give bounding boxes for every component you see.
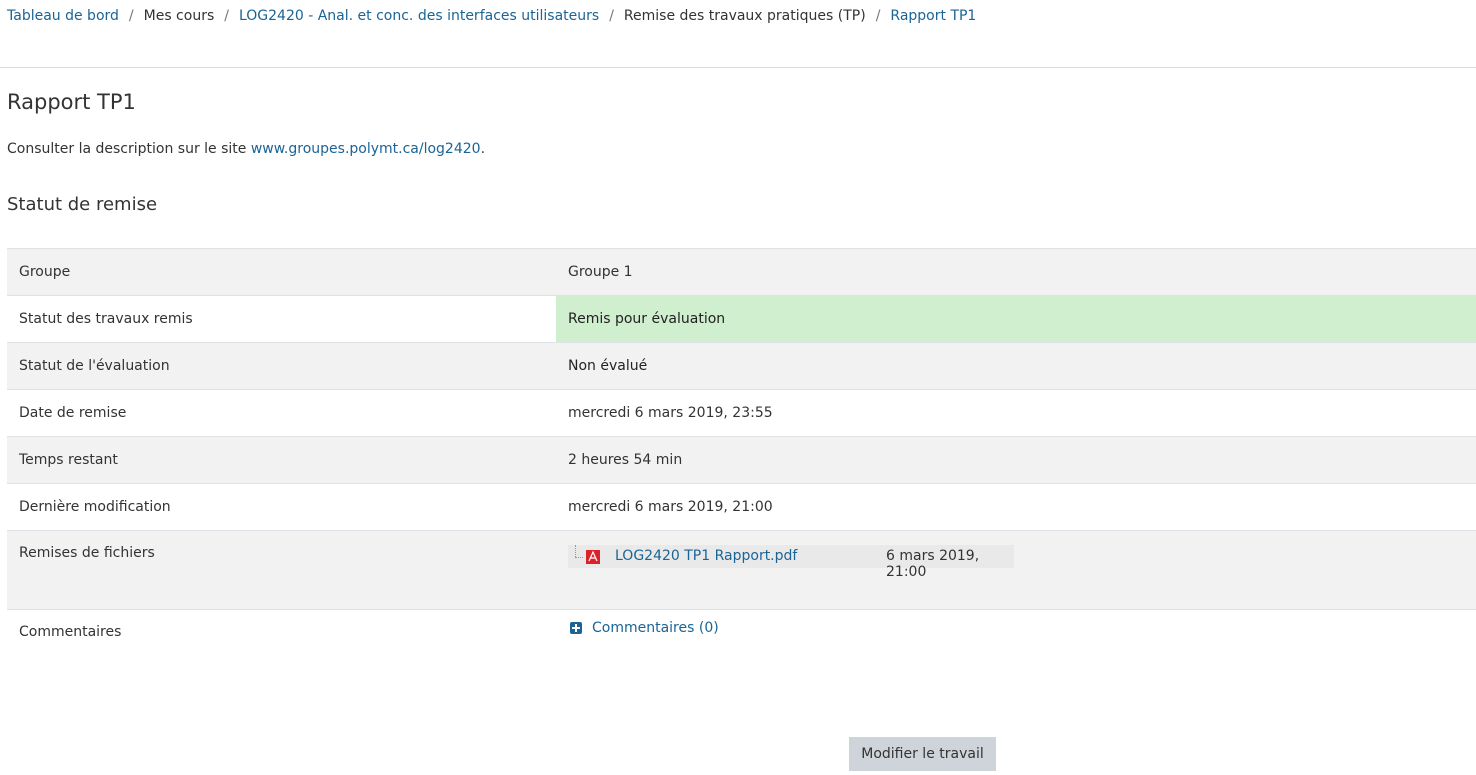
grading-status-value: Non évalué [556,342,1476,390]
table-row: Statut des travaux remis Remis pour éval… [7,295,1476,343]
file-date: 6 mars 2019, 21:00 [886,548,980,580]
tree-connector [575,545,577,557]
row-value: Groupe 1 [556,248,1476,296]
row-label: Statut de l'évaluation [7,342,556,390]
breadcrumb-course[interactable]: LOG2420 - Anal. et conc. des interfaces … [239,8,599,24]
submission-status-table: Groupe Groupe 1 Statut des travaux remis… [7,248,1476,672]
breadcrumb-section: Remise des travaux pratiques (TP) [623,8,866,24]
breadcrumb-dashboard[interactable]: Tableau de bord [7,8,119,24]
description-text: Consulter la description sur le site [7,141,251,157]
file-tree: LOG2420 TP1 Rapport.pdf 6 mars 2019, 21:… [568,545,1464,580]
row-value: 2 heures 54 min [556,436,1476,484]
edit-submission-button[interactable]: Modifier le travail [849,737,996,771]
breadcrumb: Tableau de bord / Mes cours / LOG2420 - … [7,6,976,26]
table-row: Groupe Groupe 1 [7,248,1476,296]
submitted-file-link[interactable]: LOG2420 TP1 Rapport.pdf [615,548,797,564]
breadcrumb-separator: / [224,8,229,24]
file-submissions-cell: LOG2420 TP1 Rapport.pdf 6 mars 2019, 21:… [556,530,1476,610]
comments-link[interactable]: Commentaires (0) [592,620,719,636]
row-label: Temps restant [7,436,556,484]
description-link[interactable]: www.groupes.polymt.ca/log2420 [251,141,481,157]
pdf-file-icon [586,550,600,564]
table-row: Commentaires Commentaires (0) [7,609,1476,672]
tree-connector [575,557,583,559]
table-row: Date de remise mercredi 6 mars 2019, 23:… [7,389,1476,437]
breadcrumb-my-courses: Mes cours [143,8,215,24]
breadcrumb-separator: / [609,8,614,24]
row-label: Remises de fichiers [7,530,556,610]
plus-icon[interactable] [570,622,582,634]
assignment-description: Consulter la description sur le site www… [7,141,485,157]
submission-status-heading: Statut de remise [7,194,158,215]
table-row: Temps restant 2 heures 54 min [7,436,1476,484]
submission-status-value: Remis pour évaluation [556,295,1476,343]
row-value: mercredi 6 mars 2019, 21:00 [556,483,1476,531]
breadcrumb-assignment[interactable]: Rapport TP1 [890,8,976,24]
description-end: . [480,141,486,157]
comments-toggle[interactable]: Commentaires (0) [568,620,1464,636]
row-label: Dernière modification [7,483,556,531]
breadcrumb-separator: / [128,8,134,24]
row-label: Groupe [7,248,556,296]
table-row: Remises de fichiers LOG2420 TP1 Rapport.… [7,530,1476,610]
header-divider [0,67,1476,68]
breadcrumb-separator: / [875,8,881,24]
table-row: Statut de l'évaluation Non évalué [7,342,1476,390]
row-label: Statut des travaux remis [7,295,556,343]
row-label: Commentaires [7,609,556,672]
table-row: Dernière modification mercredi 6 mars 20… [7,483,1476,531]
comments-cell: Commentaires (0) [556,609,1476,672]
row-value: mercredi 6 mars 2019, 23:55 [556,389,1476,437]
page-title: Rapport TP1 [7,90,136,114]
file-entry: LOG2420 TP1 Rapport.pdf 6 mars 2019, 21:… [568,545,1014,580]
row-label: Date de remise [7,389,556,437]
